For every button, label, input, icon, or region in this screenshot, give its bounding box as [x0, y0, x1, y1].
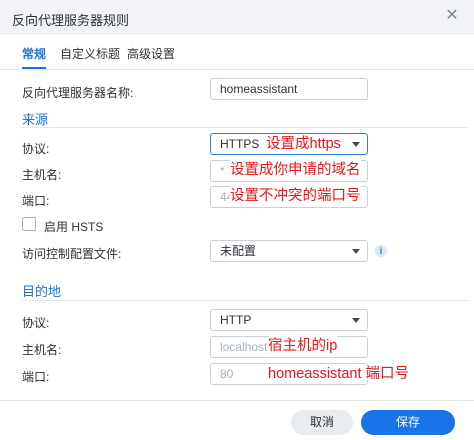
annotation-dest-host: 宿主机的ip: [268, 336, 338, 356]
hsts-label: 启用 HSTS: [44, 220, 104, 234]
access-profile-label: 访问控制配置文件:: [22, 247, 122, 261]
annotation-dest-port: homeassistant 端口号: [268, 366, 410, 382]
chevron-down-icon: [352, 142, 360, 147]
rule-name-label: 反向代理服务器名称:: [22, 86, 134, 100]
destination-divider: [22, 300, 468, 301]
hsts-checkbox[interactable]: [22, 217, 36, 231]
annotation-port: 设置不冲突的端口号: [230, 186, 361, 206]
source-port-label: 端口:: [22, 194, 50, 208]
access-profile-value: 未配置: [220, 244, 257, 258]
active-tab-indicator: [22, 67, 46, 69]
source-heading: 来源: [22, 112, 49, 127]
access-profile-select[interactable]: 未配置: [210, 240, 368, 262]
tab-bar: 常规 自定义标题 高级设置: [0, 34, 474, 70]
annotation-hostname: 设置成你申请的域名: [230, 160, 361, 180]
annotation-protocol: 设置成https: [266, 136, 341, 152]
tab-general[interactable]: 常规: [22, 45, 46, 62]
dialog-title: 反向代理服务器规则: [12, 13, 130, 28]
dialog-footer: 取消 保存: [0, 400, 474, 440]
cancel-button[interactable]: 取消: [291, 410, 353, 435]
rule-name-input[interactable]: homeassistant: [210, 78, 368, 100]
dest-port-label: 端口:: [22, 370, 50, 384]
close-icon[interactable]: ✕: [444, 8, 460, 24]
source-hostname-label: 主机名:: [22, 168, 62, 182]
chevron-down-icon: [352, 318, 360, 323]
dest-protocol-label: 协议:: [22, 316, 50, 330]
tab-advanced[interactable]: 高级设置: [127, 45, 175, 62]
dest-protocol-value: HTTP: [220, 313, 252, 327]
dialog-titlebar: 反向代理服务器规则 ✕: [0, 0, 474, 34]
save-button[interactable]: 保存: [361, 410, 455, 435]
dest-hostname-label: 主机名:: [22, 343, 62, 357]
destination-heading: 目的地: [22, 284, 62, 299]
source-protocol-value: HTTPS: [220, 137, 260, 151]
tab-custom-header[interactable]: 自定义标题: [60, 45, 120, 62]
chevron-down-icon: [352, 249, 360, 254]
source-protocol-label: 协议:: [22, 142, 50, 156]
source-divider: [22, 127, 468, 128]
info-icon[interactable]: i: [375, 245, 387, 257]
dest-protocol-select[interactable]: HTTP: [210, 309, 368, 331]
